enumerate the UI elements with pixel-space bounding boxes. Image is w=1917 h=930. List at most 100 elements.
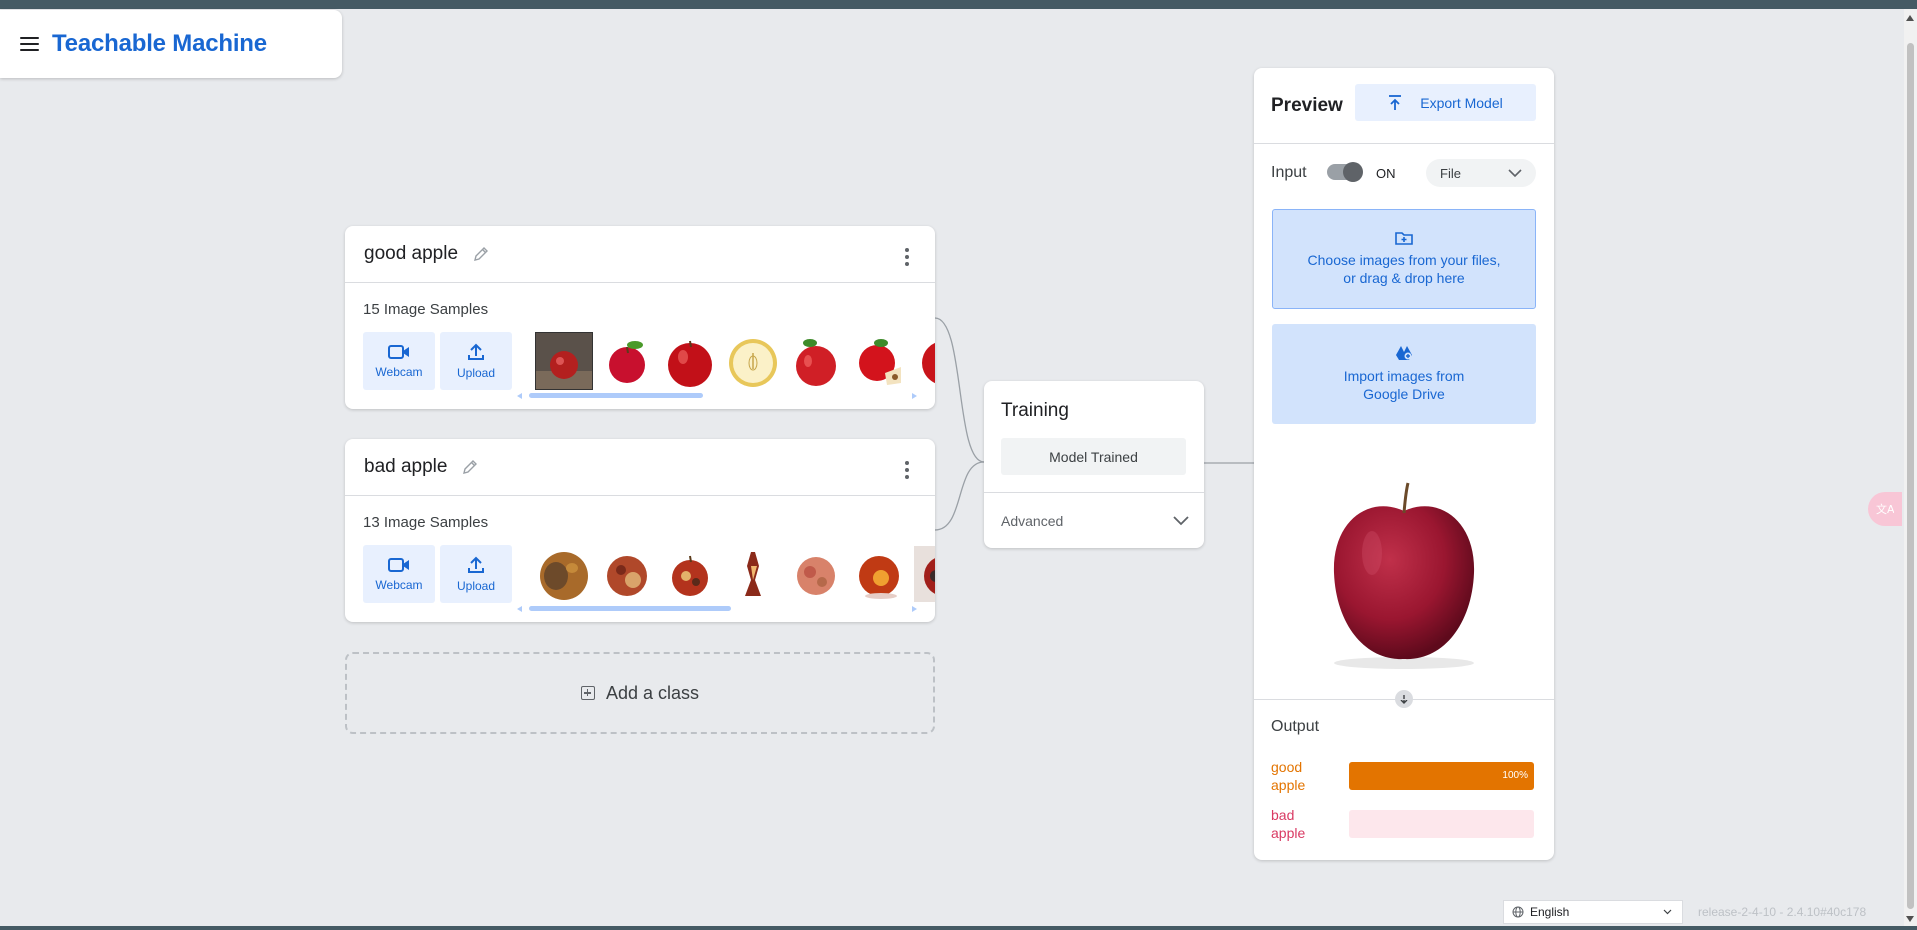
- confidence-percent: 100%: [1502, 770, 1528, 781]
- output-label: Output: [1271, 718, 1320, 735]
- add-class-button[interactable]: Add a class: [345, 652, 935, 734]
- bottom-bar: [0, 926, 1917, 930]
- upload-button[interactable]: Upload: [440, 545, 512, 603]
- svg-text:文A: 文A: [1876, 502, 1894, 516]
- sample-row: Webcam Upload: [363, 545, 935, 603]
- drop-zone-text-1: Choose images from your files,: [1307, 252, 1501, 268]
- divider: [1254, 699, 1554, 700]
- drive-text-2: Google Drive: [1363, 386, 1445, 402]
- scroll-down-arrow[interactable]: [1906, 916, 1914, 922]
- preview-apple-image: [1333, 482, 1475, 669]
- chevron-down-icon: [1508, 168, 1522, 177]
- webcam-button[interactable]: Webcam: [363, 545, 435, 603]
- toggle-state-label: ON: [1376, 166, 1396, 181]
- flow-connectors: [934, 317, 1254, 531]
- sample-thumbnail[interactable]: [913, 545, 935, 603]
- sample-thumbnail[interactable]: [535, 545, 593, 603]
- class-card-good-apple: good apple 15 Image Samples Webcam Uploa…: [345, 226, 935, 409]
- top-bar: [0, 0, 1917, 9]
- drop-zone-text-2: or drag & drop here: [1343, 270, 1465, 286]
- training-title: Training: [1001, 400, 1069, 421]
- upload-icon: [468, 343, 484, 360]
- sample-thumbnail[interactable]: [787, 332, 845, 390]
- sample-thumbnail[interactable]: [661, 332, 719, 390]
- sample-thumbnail[interactable]: [598, 332, 656, 390]
- class-header: good apple: [345, 226, 935, 283]
- sample-thumbnail[interactable]: [598, 545, 656, 603]
- preview-title: Preview: [1271, 95, 1343, 116]
- class-card-bad-apple: bad apple 13 Image Samples Webcam Upload: [345, 439, 935, 622]
- translate-icon[interactable]: 文A: [1868, 492, 1902, 526]
- file-drop-zone[interactable]: Choose images from your files, or drag &…: [1272, 209, 1536, 309]
- class-header: bad apple: [345, 439, 935, 496]
- input-source-select[interactable]: File: [1426, 159, 1536, 187]
- export-model-button[interactable]: Export Model: [1355, 84, 1536, 121]
- advanced-toggle[interactable]: Advanced: [1001, 493, 1189, 548]
- language-select[interactable]: English: [1503, 900, 1683, 924]
- upload-label: Upload: [456, 365, 496, 380]
- sample-thumbnail[interactable]: [850, 332, 908, 390]
- preview-panel: Preview Export Model Input ON File Choos…: [1254, 68, 1554, 860]
- confidence-bar: 100%: [1349, 762, 1534, 790]
- sample-thumbnail[interactable]: [535, 332, 593, 390]
- class-options-kebab-icon[interactable]: [905, 248, 909, 266]
- samples-count: 15 Image Samples: [363, 301, 489, 318]
- samples-scrollbar[interactable]: [517, 606, 917, 612]
- export-label: Export Model: [1420, 94, 1503, 111]
- input-source-value: File: [1440, 165, 1461, 181]
- globe-icon: [1512, 906, 1524, 918]
- chevron-down-icon: [1663, 909, 1672, 915]
- app-title[interactable]: Teachable Machine: [52, 30, 267, 58]
- google-drive-icon: [1396, 346, 1412, 360]
- sample-row: Webcam Upload: [363, 332, 935, 390]
- page-scrollbar[interactable]: [1904, 9, 1917, 926]
- input-label: Input: [1271, 164, 1307, 181]
- upload-label: Upload: [456, 578, 496, 593]
- webcam-button[interactable]: Webcam: [363, 332, 435, 390]
- sample-thumbnail[interactable]: [724, 545, 782, 603]
- sample-thumbnails: [535, 332, 935, 390]
- webcam-label: Webcam: [375, 577, 423, 592]
- pencil-icon[interactable]: [460, 457, 480, 477]
- output-row-good-apple: good apple 100%: [1271, 758, 1536, 794]
- upload-button[interactable]: Upload: [440, 332, 512, 390]
- language-value: English: [1530, 905, 1570, 919]
- menu-icon[interactable]: [20, 37, 39, 51]
- export-icon: [1389, 94, 1402, 110]
- scroll-up-arrow[interactable]: [1906, 15, 1914, 21]
- sample-thumbnail[interactable]: [724, 332, 782, 390]
- chevron-down-icon: [1173, 515, 1189, 525]
- sample-thumbnail[interactable]: [850, 545, 908, 603]
- webcam-icon: [388, 557, 409, 572]
- webcam-label: Webcam: [375, 364, 423, 379]
- drive-text-1: Import images from: [1343, 368, 1465, 384]
- advanced-label: Advanced: [1001, 512, 1064, 529]
- train-model-button[interactable]: Model Trained: [1001, 438, 1186, 475]
- samples-scrollbar[interactable]: [517, 393, 917, 399]
- class-name[interactable]: bad apple: [364, 456, 447, 478]
- input-toggle[interactable]: [1327, 162, 1363, 182]
- class-name[interactable]: good apple: [364, 243, 458, 265]
- sample-thumbnails: [535, 545, 935, 603]
- output-class-name: good apple: [1271, 759, 1306, 793]
- scrollbar-thumb[interactable]: [1907, 43, 1914, 909]
- confidence-bar: [1349, 810, 1534, 838]
- add-class-label: Add a class: [605, 682, 700, 703]
- divider: [1254, 143, 1554, 144]
- folder-add-icon: [1395, 232, 1413, 245]
- upload-icon: [468, 556, 484, 573]
- sample-thumbnail[interactable]: [913, 332, 935, 390]
- samples-count: 13 Image Samples: [363, 514, 489, 531]
- training-card: Training Model Trained Advanced: [984, 381, 1204, 548]
- pencil-icon[interactable]: [471, 244, 491, 264]
- sample-thumbnail[interactable]: [661, 545, 719, 603]
- class-options-kebab-icon[interactable]: [905, 461, 909, 479]
- output-class-name: bad apple: [1271, 807, 1306, 841]
- import-google-drive-button[interactable]: Import images from Google Drive: [1272, 324, 1536, 424]
- version-label: release-2-4-10 - 2.4.10#40c178: [1698, 905, 1867, 919]
- app-header: Teachable Machine: [0, 10, 342, 78]
- output-row-bad-apple: bad apple: [1271, 806, 1536, 842]
- sample-thumbnail[interactable]: [787, 545, 845, 603]
- plus-icon: [580, 686, 595, 700]
- webcam-icon: [388, 344, 409, 359]
